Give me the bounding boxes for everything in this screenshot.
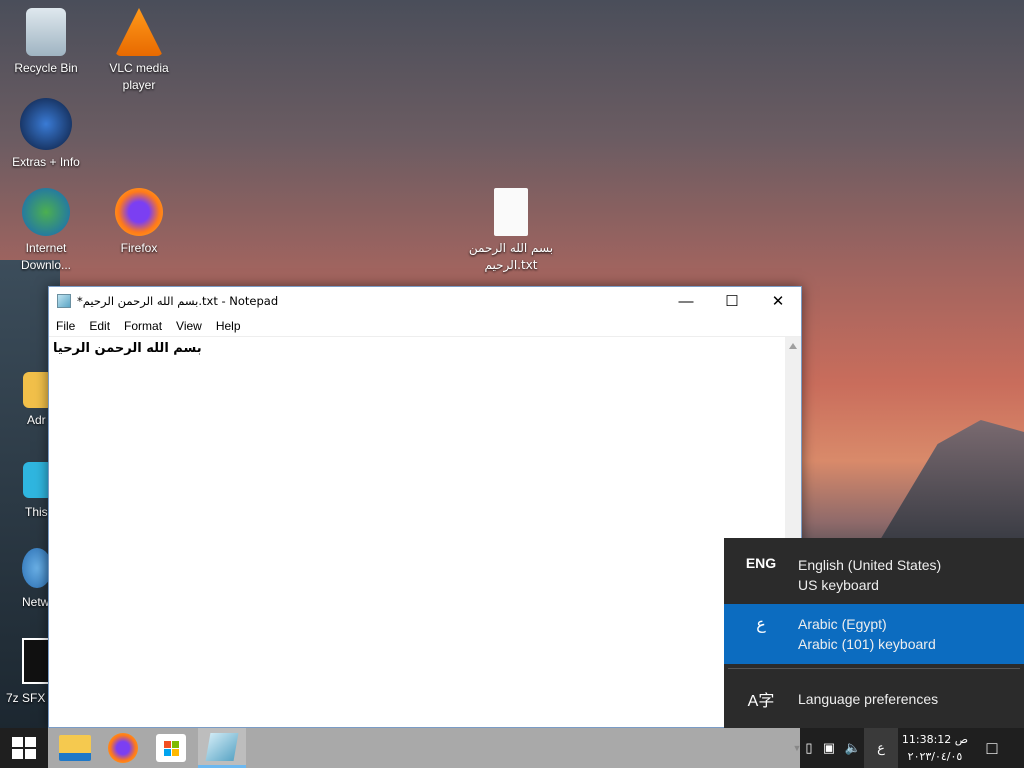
wallpaper-mountain: [880, 420, 1024, 540]
store-icon: [156, 734, 186, 762]
language-abbr: ع: [756, 616, 766, 633]
desktop-icon-extras-info[interactable]: Extras + Info: [1, 98, 91, 171]
taskbar-file-explorer[interactable]: [51, 728, 99, 768]
language-preferences-icon: A字: [747, 692, 775, 710]
folder-icon: [23, 372, 49, 408]
notepad-icon: [205, 732, 239, 761]
firefox-icon: [108, 733, 138, 763]
icon-label: Extras + Info: [12, 155, 80, 169]
taskbar-notepad[interactable]: [198, 728, 246, 768]
windows-logo-icon: [12, 737, 36, 759]
desktop-icon-text-file[interactable]: بسم الله الرحمن الرحيم.txt: [466, 188, 556, 274]
icon-label: بسم الله الرحمن الرحيم.txt: [468, 241, 554, 272]
idm-icon: [22, 188, 70, 236]
icon-label: Firefox: [120, 241, 158, 255]
language-name: English (United States): [798, 557, 942, 573]
input-indicator[interactable]: ع: [864, 728, 898, 768]
volume-icon[interactable]: 🔈: [842, 728, 864, 768]
taskbar-firefox[interactable]: [99, 728, 147, 768]
taskbar-microsoft-store[interactable]: [147, 728, 195, 768]
close-button[interactable]: ✕: [755, 287, 801, 315]
clock-date: ٢٠٢٣/٠٤/٠٥: [907, 750, 963, 763]
menu-help[interactable]: Help: [209, 319, 248, 333]
desktop-icon-this-pc[interactable]: This: [1, 462, 49, 521]
vlc-icon: [115, 8, 163, 56]
keyboard-name: US keyboard: [798, 577, 879, 593]
7z-icon: [22, 638, 49, 684]
text-editor[interactable]: بسم الله الرحمن الرحيا: [49, 337, 785, 727]
clock[interactable]: 11:38:12 ص ٢٠٢٣/٠٤/٠٥: [898, 728, 972, 768]
clock-time: 11:38:12 ص: [901, 733, 969, 746]
desktop-icon-adr[interactable]: Adr: [1, 372, 49, 429]
notepad-window: *بسم الله الرحمن الرحيم.txt - Notepad — …: [48, 286, 802, 728]
taskbar: ▼ ▯ ▣ 🔈 ع 11:38:12 ص ٢٠٢٣/٠٤/٠٥ □: [0, 728, 1024, 768]
maximize-button[interactable]: ☐: [709, 287, 755, 315]
icon-label: 7z SFX: [6, 691, 46, 705]
keyboard-name: Arabic (101) keyboard: [798, 636, 936, 652]
menu-bar: File Edit Format View Help: [49, 315, 801, 337]
desktop-icon-7z-sfx[interactable]: 7z SFX: [1, 638, 49, 707]
desktop-icon-vlc[interactable]: VLC media player: [94, 8, 184, 94]
notepad-icon: [57, 294, 71, 308]
desktop-icon-network[interactable]: Netw: [1, 548, 49, 611]
language-flyout: ENG English (United States) US keyboard ع…: [724, 538, 1024, 728]
icon-label: This: [25, 505, 48, 519]
language-abbr: ENG: [745, 555, 777, 571]
action-center-button[interactable]: □: [976, 728, 1008, 768]
menu-view[interactable]: View: [169, 319, 209, 333]
language-name: Arabic (Egypt): [798, 616, 887, 632]
usb-icon[interactable]: ▯: [800, 728, 818, 768]
window-title: *بسم الله الرحمن الرحيم.txt - Notepad: [77, 294, 279, 308]
network-icon[interactable]: ▣: [818, 728, 840, 768]
minimize-button[interactable]: —: [663, 287, 709, 315]
language-preferences-link[interactable]: A字 Language preferences: [724, 669, 1024, 728]
desktop-icon-internet-download-manager[interactable]: Internet Downlo...: [1, 188, 91, 274]
icon-label: Internet Downlo...: [20, 241, 72, 272]
icon-label: Netw: [22, 595, 49, 609]
menu-format[interactable]: Format: [117, 319, 169, 333]
scroll-up-arrow-icon[interactable]: [789, 343, 797, 349]
icon-label: Adr: [27, 413, 46, 427]
menu-edit[interactable]: Edit: [82, 319, 117, 333]
text-file-icon: [494, 188, 528, 236]
desktop-icon-recycle-bin[interactable]: Recycle Bin: [1, 8, 91, 77]
notification-icon: □: [986, 737, 998, 758]
icon-label: Recycle Bin: [14, 61, 78, 75]
language-item-arabic[interactable]: ع Arabic (Egypt) Arabic (101) keyboard: [724, 604, 1024, 664]
network-icon: [22, 548, 49, 588]
language-preferences-label: Language preferences: [798, 690, 939, 707]
folder-icon: [59, 735, 91, 761]
computer-icon: [23, 462, 49, 498]
desktop-icon-firefox[interactable]: Firefox: [94, 188, 184, 257]
extras-info-icon: [20, 98, 72, 150]
menu-file[interactable]: File: [49, 319, 82, 333]
icon-label: VLC media player: [109, 61, 169, 92]
recycle-bin-icon: [26, 8, 66, 56]
input-indicator-label: ع: [877, 740, 885, 755]
language-item-english[interactable]: ENG English (United States) US keyboard: [724, 538, 1024, 604]
editor-content: بسم الله الرحمن الرحيا: [53, 341, 202, 356]
firefox-icon: [115, 188, 163, 236]
start-button[interactable]: [0, 728, 48, 768]
